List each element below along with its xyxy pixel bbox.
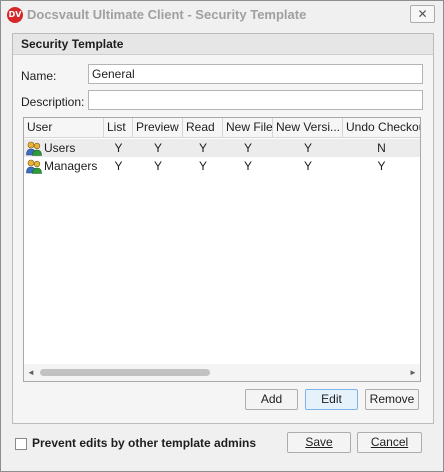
scroll-right-icon[interactable]: ► — [406, 364, 420, 381]
undo-checkout-cell: N — [377, 141, 386, 155]
read-cell: Y — [198, 159, 207, 173]
window-title: Docsvault Ultimate Client - Security Tem… — [27, 7, 307, 22]
description-input[interactable] — [88, 90, 423, 110]
column-header-user[interactable]: User — [24, 118, 104, 138]
docsvault-logo-icon: DV — [7, 7, 23, 23]
close-button[interactable]: ✕ — [410, 5, 435, 23]
name-label: Name: — [21, 69, 57, 83]
preview-cell: Y — [153, 159, 162, 173]
title-bar: DV Docsvault Ultimate Client - Security … — [1, 1, 443, 29]
column-header-list[interactable]: List — [104, 118, 133, 138]
user-name-cell: Managers — [44, 159, 98, 173]
panel-header: Security Template — [13, 34, 433, 55]
new-file-cell: Y — [243, 159, 252, 173]
column-header-undo-checkout[interactable]: Undo Checkout — [343, 118, 420, 138]
read-cell: Y — [198, 141, 207, 155]
cancel-button[interactable]: Cancel — [357, 432, 422, 453]
new-version-cell: Y — [303, 159, 312, 173]
permissions-grid: User List Preview Read New File New Vers… — [23, 117, 421, 382]
prevent-edits-label: Prevent edits by other template admins — [32, 436, 257, 450]
horizontal-scrollbar[interactable]: ◄ ► — [24, 364, 420, 381]
user-name-cell: Users — [44, 141, 76, 155]
description-label: Description: — [21, 95, 85, 109]
security-template-panel: Security Template Name: General Descript… — [12, 33, 434, 424]
save-button[interactable]: Save — [287, 432, 351, 453]
cancel-button-label: Cancel — [370, 435, 409, 449]
column-header-new-version[interactable]: New Versi... — [273, 118, 343, 138]
column-header-new-file[interactable]: New File — [223, 118, 273, 138]
new-version-cell: Y — [303, 141, 312, 155]
grid-header: User List Preview Read New File New Vers… — [24, 118, 420, 138]
list-cell: Y — [114, 159, 123, 173]
column-header-preview[interactable]: Preview — [133, 118, 183, 138]
users-group-icon — [26, 159, 42, 174]
scroll-thumb[interactable] — [40, 369, 210, 376]
name-input[interactable]: General — [88, 64, 423, 84]
table-row[interactable]: Users Y Y Y Y Y N — [24, 139, 420, 157]
users-group-icon — [26, 141, 42, 156]
preview-cell: Y — [153, 141, 162, 155]
scroll-left-icon[interactable]: ◄ — [24, 364, 38, 381]
undo-checkout-cell: Y — [377, 159, 386, 173]
column-header-read[interactable]: Read — [183, 118, 223, 138]
prevent-edits-checkbox[interactable] — [15, 438, 27, 450]
save-button-label: Save — [305, 435, 333, 449]
edit-button[interactable]: Edit — [305, 389, 358, 410]
add-button[interactable]: Add — [245, 389, 298, 410]
security-template-window: DV Docsvault Ultimate Client - Security … — [0, 0, 444, 472]
list-cell: Y — [114, 141, 123, 155]
new-file-cell: Y — [243, 141, 252, 155]
table-row[interactable]: Managers Y Y Y Y Y Y — [24, 157, 420, 175]
remove-button[interactable]: Remove — [365, 389, 419, 410]
